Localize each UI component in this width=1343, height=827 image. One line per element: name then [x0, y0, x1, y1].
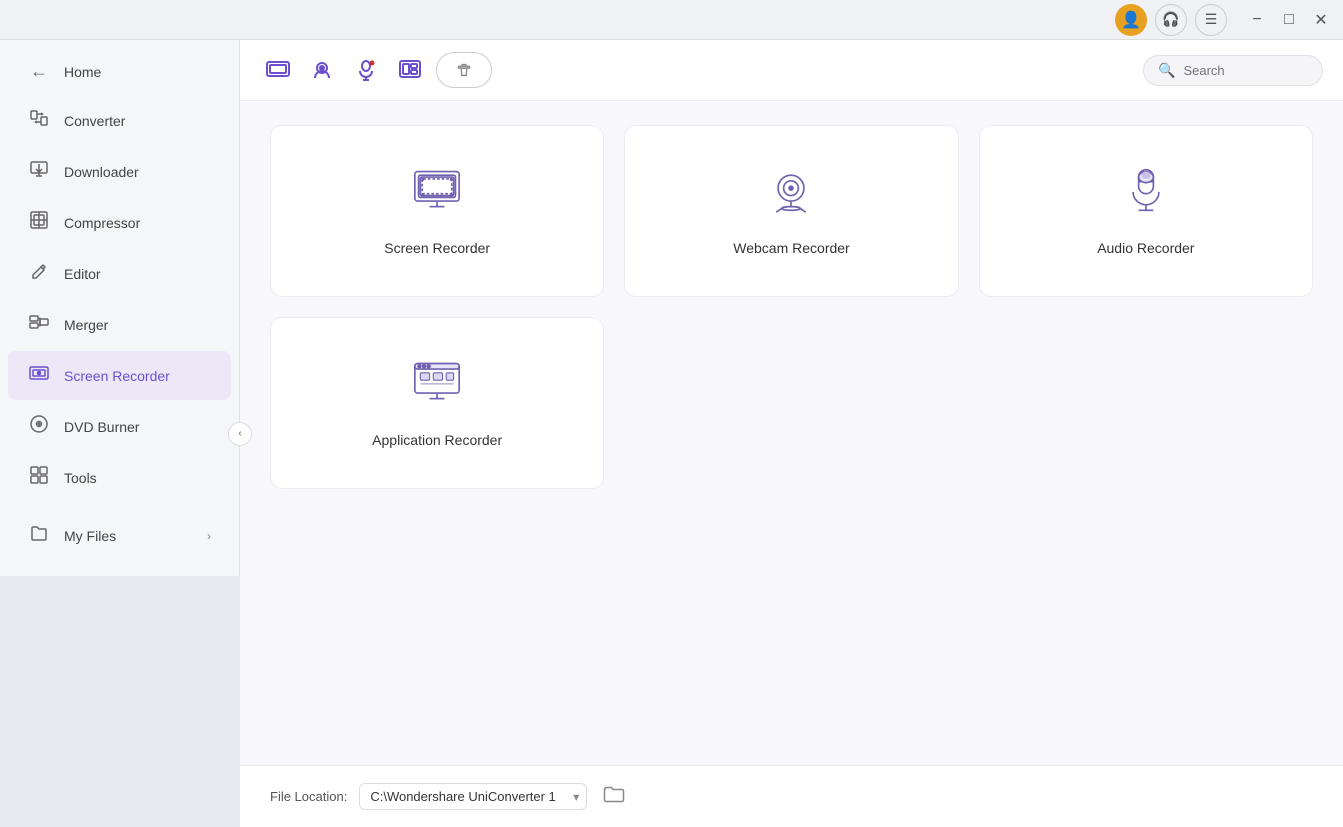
sidebar-tools-label: Tools [64, 470, 97, 486]
user-avatar: 👤 [1115, 4, 1147, 36]
webcam-recorder-card[interactable]: Webcam Recorder [624, 125, 958, 297]
user-icon: 👤 [1121, 10, 1141, 30]
search-box[interactable]: 🔍 [1143, 55, 1323, 86]
sidebar-item-my-files[interactable]: My Files › [8, 511, 231, 560]
my-files-icon [28, 523, 50, 548]
tools-icon [28, 465, 50, 490]
editor-icon [28, 261, 50, 286]
dvd-burner-icon [28, 414, 50, 439]
screen-recorder-icon [28, 363, 50, 388]
screen-record-toolbar-button[interactable] [260, 52, 296, 88]
sidebar-item-dvd-burner[interactable]: DVD Burner [8, 402, 231, 451]
merger-icon [28, 312, 50, 337]
my-files-label: My Files [64, 528, 116, 544]
menu-button[interactable]: ☰ [1195, 4, 1227, 36]
folder-browse-button[interactable] [599, 780, 629, 813]
window-controls: − □ ✕ [1243, 6, 1335, 34]
home-icon: ← [28, 61, 50, 82]
webcam-recorder-card-label: Webcam Recorder [733, 240, 849, 256]
search-input[interactable] [1183, 63, 1313, 78]
cards-area: Screen Recorder [240, 101, 1343, 765]
converter-icon [28, 108, 50, 133]
file-location-select[interactable]: C:\Wondershare UniConverter 1 [359, 783, 587, 810]
sidebar-merger-label: Merger [64, 317, 108, 333]
sidebar-compressor-label: Compressor [64, 215, 140, 231]
headphone-button[interactable]: 🎧 [1155, 4, 1187, 36]
file-location-label: File Location: [270, 789, 347, 804]
titlebar: 👤 🎧 ☰ − □ ✕ [0, 0, 1343, 40]
audio-toolbar-button[interactable] [348, 52, 384, 88]
file-location-select-wrapper: C:\Wondershare UniConverter 1 [359, 783, 587, 810]
sidebar-nav: ← Home Converter [0, 40, 240, 576]
minimize-button[interactable]: − [1243, 6, 1271, 34]
sidebar-item-tools[interactable]: Tools [8, 453, 231, 502]
sidebar-bottom: My Files › [0, 503, 239, 568]
close-button[interactable]: ✕ [1307, 6, 1335, 34]
main-content: 🔍 [240, 40, 1343, 827]
audio-recorder-card[interactable]: Audio Recorder [979, 125, 1313, 297]
application-recorder-card-icon [413, 358, 461, 416]
screen-recorder-card[interactable]: Screen Recorder [270, 125, 604, 297]
sidebar-editor-label: Editor [64, 266, 101, 282]
sidebar-collapse-button[interactable]: ‹ [228, 422, 252, 446]
sidebar-home-label: Home [64, 64, 101, 80]
application-recorder-card[interactable]: Application Recorder [270, 317, 604, 489]
sidebar-screen-recorder-label: Screen Recorder [64, 368, 170, 384]
file-location-bar: File Location: C:\Wondershare UniConvert… [240, 765, 1343, 827]
sidebar-dvd-burner-label: DVD Burner [64, 419, 139, 435]
audio-recorder-card-icon [1122, 166, 1170, 224]
my-files-chevron: › [207, 529, 211, 543]
sidebar-downloader-label: Downloader [64, 164, 139, 180]
webcam-toolbar-button[interactable] [304, 52, 340, 88]
sidebar-item-compressor[interactable]: Compressor [8, 198, 231, 247]
sidebar-item-converter[interactable]: Converter [8, 96, 231, 145]
webcam-recorder-card-icon [767, 166, 815, 224]
sidebar: ← Home Converter [0, 40, 240, 827]
maximize-button[interactable]: □ [1275, 6, 1303, 34]
application-recorder-card-label: Application Recorder [372, 432, 502, 448]
sidebar-item-home[interactable]: ← Home [8, 49, 231, 94]
sidebar-item-downloader[interactable]: Downloader [8, 147, 231, 196]
sidebar-item-merger[interactable]: Merger [8, 300, 231, 349]
audio-recorder-card-label: Audio Recorder [1097, 240, 1194, 256]
screen-recorder-card-icon [413, 166, 461, 224]
cards-row-2: Application Recorder [270, 317, 1313, 489]
downloader-icon [28, 159, 50, 184]
screen-recorder-card-label: Screen Recorder [384, 240, 490, 256]
cards-row-1: Screen Recorder [270, 125, 1313, 297]
toolbar: 🔍 [240, 40, 1343, 101]
compressor-icon [28, 210, 50, 235]
sidebar-item-screen-recorder[interactable]: Screen Recorder [8, 351, 231, 400]
app-record-toolbar-button[interactable] [392, 52, 428, 88]
sidebar-converter-label: Converter [64, 113, 125, 129]
trash-button[interactable] [436, 52, 492, 88]
search-icon: 🔍 [1158, 62, 1175, 79]
sidebar-item-editor[interactable]: Editor [8, 249, 231, 298]
main-layout: ← Home Converter [0, 40, 1343, 827]
